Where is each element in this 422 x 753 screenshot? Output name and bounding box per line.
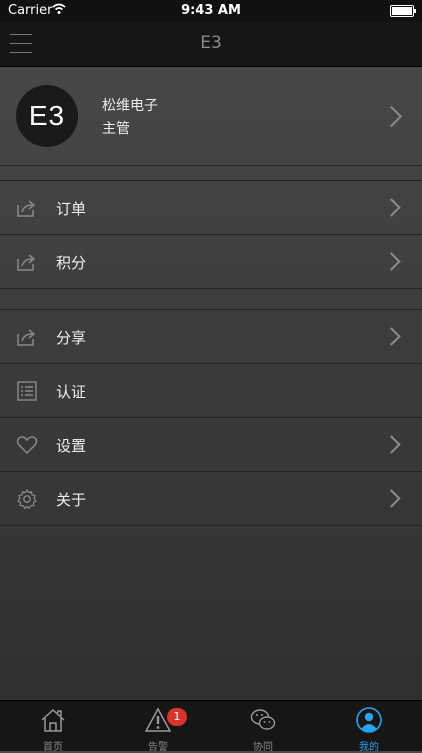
wechat-icon xyxy=(250,709,276,730)
chevron-right-icon xyxy=(382,489,401,508)
user-icon xyxy=(356,707,382,733)
home-icon xyxy=(41,708,65,732)
menu-item-settings[interactable]: 设置 xyxy=(0,418,422,471)
menu-item-share[interactable]: 分享 xyxy=(0,310,422,363)
chevron-right-icon xyxy=(382,327,401,346)
share-icon xyxy=(17,200,36,217)
menu-item-orders[interactable]: 订单 xyxy=(0,181,422,234)
tab-bar: 首页 1 告警 协同 我的 xyxy=(0,700,422,753)
profile-company: 松维电子 xyxy=(102,98,158,114)
profile-header[interactable]: E3 松维电子 主管 xyxy=(0,67,422,165)
menu-item-label: 分享 xyxy=(56,329,87,347)
status-time: 9:43 AM xyxy=(181,3,241,18)
tab-label: 协同 xyxy=(253,742,273,753)
tab-collaborate[interactable]: 协同 xyxy=(210,701,316,753)
tab-home[interactable]: 首页 xyxy=(0,701,106,753)
share-icon xyxy=(17,254,36,271)
menu-item-label: 设置 xyxy=(56,437,87,455)
status-bar: Carrier 9:43 AM xyxy=(0,0,422,22)
tab-mine[interactable]: 我的 xyxy=(316,701,422,753)
menu-item-about[interactable]: 关于 xyxy=(0,472,422,525)
menu-item-points[interactable]: 积分 xyxy=(0,235,422,288)
tab-label: 告警 xyxy=(148,742,168,753)
profile-role: 主管 xyxy=(102,121,130,137)
heart-icon xyxy=(16,436,38,455)
list-icon xyxy=(17,381,37,401)
menu-item-label: 积分 xyxy=(56,254,87,272)
gear-icon xyxy=(17,488,37,510)
tab-alarm[interactable]: 1 告警 xyxy=(105,701,211,753)
chevron-right-icon xyxy=(380,105,403,128)
tab-label: 我的 xyxy=(359,742,379,753)
divider xyxy=(0,288,422,289)
tab-label: 首页 xyxy=(43,742,63,753)
chevron-right-icon xyxy=(382,435,401,454)
chevron-right-icon xyxy=(382,198,401,217)
menu-item-label: 订单 xyxy=(56,200,87,218)
chevron-right-icon xyxy=(382,252,401,271)
menu-item-label: 关于 xyxy=(56,491,87,509)
share-icon xyxy=(17,329,36,346)
avatar: E3 xyxy=(16,85,78,147)
notification-badge: 1 xyxy=(167,708,187,726)
menu-item-label: 认证 xyxy=(56,383,87,401)
divider xyxy=(0,525,422,526)
page-title: E3 xyxy=(200,33,222,53)
menu-item-certification[interactable]: 认证 xyxy=(0,364,422,417)
battery-icon xyxy=(390,5,416,17)
divider xyxy=(0,165,422,166)
nav-bar: E3 xyxy=(0,22,422,67)
